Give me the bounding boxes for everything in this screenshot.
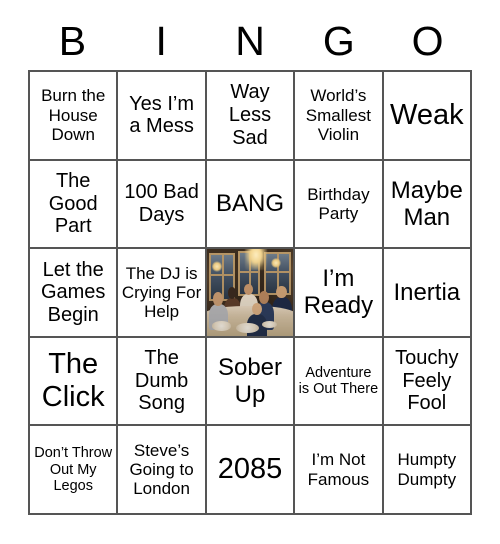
bingo-cell[interactable]: The Dumb Song [118, 337, 207, 427]
bingo-free-space-photo[interactable] [206, 249, 296, 338]
bingo-cell-label: 100 Bad Days [124, 181, 199, 226]
bingo-cell-label: I’m Not Famous [307, 450, 370, 489]
bingo-cell-label: Birthday Party [307, 184, 370, 223]
bingo-cell-label: Way Less Sad [228, 81, 272, 149]
bingo-cell-label: Humpty Dumpty [397, 450, 457, 489]
bingo-card: B I N G O Burn the House Down Yes I’m a M… [0, 0, 500, 544]
bingo-cell-label: I’m Ready [303, 265, 374, 320]
bingo-cell[interactable]: Humpty Dumpty [383, 426, 472, 515]
bingo-cell[interactable]: The Click [30, 337, 119, 427]
bingo-cell-label: Steve’s Going to London [129, 440, 194, 499]
bingo-cell[interactable]: World’s Smallest Violin [295, 72, 384, 161]
bingo-cell[interactable]: Yes I’m a Mess [118, 72, 207, 161]
dinner-table-photo [206, 249, 294, 336]
bingo-cell-label: The DJ is Crying For Help [121, 263, 202, 322]
bingo-cell[interactable]: Sober Up [206, 337, 296, 427]
bingo-cell[interactable]: BANG [206, 160, 296, 250]
bingo-cell-label: Adventure is Out There [298, 364, 379, 398]
bingo-cell-label: Maybe Man [390, 176, 463, 231]
header-letter-b: B [58, 17, 87, 64]
bingo-cell[interactable]: Inertia [383, 249, 472, 338]
bingo-cell[interactable]: 100 Bad Days [118, 160, 207, 250]
bingo-cell-label: The Click [41, 348, 105, 414]
header-letter-n: N [235, 17, 265, 64]
bingo-cell-label: World’s Smallest Violin [305, 86, 371, 144]
bingo-cell[interactable]: Birthday Party [295, 160, 384, 250]
bingo-cell[interactable]: Weak [383, 72, 472, 161]
bingo-cell-label: Inertia [393, 278, 461, 306]
bingo-header-row: B I N G O [28, 12, 472, 70]
bingo-cell-label: 2085 [217, 453, 283, 486]
bingo-cell-label: The Dumb Song [134, 347, 189, 415]
bingo-cell[interactable]: Adventure is Out There [295, 337, 384, 427]
bingo-cell[interactable]: 2085 [206, 426, 296, 515]
bingo-cell-label: The Good Part [48, 170, 98, 238]
bingo-cell[interactable]: I’m Ready [295, 249, 384, 338]
bingo-cell-label: Touchy Feely Fool [395, 347, 459, 415]
header-letter-g: G [322, 17, 355, 64]
bingo-cell-label: Yes I’m a Mess [129, 92, 195, 138]
bingo-cell-label: Burn the House Down [41, 86, 106, 144]
bingo-cell[interactable]: Let the Games Begin [30, 249, 119, 338]
bingo-cell[interactable]: The Good Part [30, 160, 119, 250]
bingo-cell[interactable]: Don’t Throw Out My Legos [30, 426, 119, 515]
bingo-cell[interactable]: Steve’s Going to London [118, 426, 207, 515]
bingo-cell-label: Weak [389, 98, 464, 131]
bingo-cell[interactable]: Burn the House Down [30, 72, 119, 161]
header-letter-o: O [411, 17, 444, 64]
bingo-cell[interactable]: Touchy Feely Fool [383, 337, 472, 427]
bingo-cell-label: Sober Up [217, 353, 283, 409]
bingo-cell-label: Let the Games Begin [40, 258, 106, 326]
bingo-grid: Burn the House Down Yes I’m a Mess Way Les… [28, 70, 472, 515]
bingo-cell[interactable]: Maybe Man [383, 160, 472, 250]
bingo-cell-label: Don’t Throw Out My Legos [34, 445, 113, 494]
header-letter-i: I [155, 17, 167, 64]
bingo-cell[interactable]: Way Less Sad [206, 72, 296, 161]
bingo-cell[interactable]: The DJ is Crying For Help [118, 249, 207, 338]
bingo-cell[interactable]: I’m Not Famous [295, 426, 384, 515]
bingo-cell-label: BANG [215, 190, 284, 218]
